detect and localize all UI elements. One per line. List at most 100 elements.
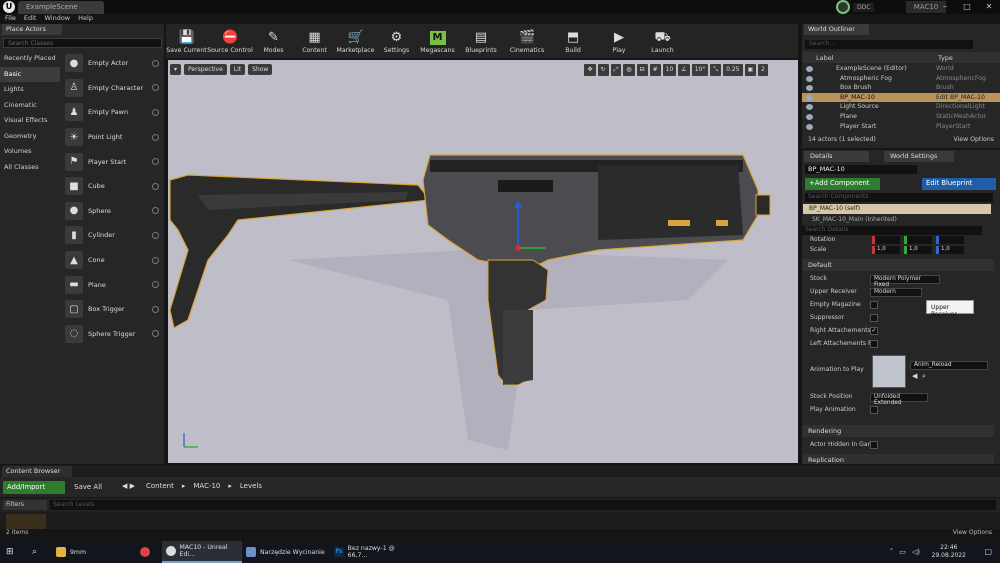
surface-snap-icon[interactable]: ⊟ <box>636 64 648 76</box>
rotate-icon[interactable]: ↻ <box>597 64 609 76</box>
taskbar-app-snipping[interactable]: Narzędzie Wycinanie <box>246 541 328 563</box>
actor-item[interactable]: ▲ Cone <box>62 248 164 273</box>
content-button[interactable]: ▦ Content <box>294 24 335 58</box>
search-details-input[interactable]: Search Details <box>802 226 982 235</box>
left-attachments-checkbox[interactable] <box>870 340 878 348</box>
ddc-indicator[interactable]: DDC <box>836 0 875 14</box>
outliner-row[interactable]: Light Source DirectionalLight <box>802 102 1000 112</box>
save-current-button[interactable]: 💾 Save Current <box>166 24 207 58</box>
perspective-button[interactable]: Perspective <box>184 64 227 75</box>
taskbar-app-unreal[interactable]: MAC10 - Unreal Edi... <box>162 541 242 563</box>
menu-edit[interactable]: Edit <box>24 14 37 24</box>
outliner-row[interactable]: Atmospheric Fog AtmosphericFog <box>802 74 1000 84</box>
cb-view-options[interactable]: View Options <box>953 529 992 536</box>
actor-item[interactable]: ☀ Point Light <box>62 125 164 150</box>
help-icon[interactable] <box>152 108 159 116</box>
category-geometry[interactable]: Geometry <box>0 129 60 145</box>
camera-speed-value[interactable]: 2 <box>758 64 768 76</box>
stock-dropdown[interactable]: Modern Polymer Fixed <box>870 275 940 288</box>
add-component-button[interactable]: +Add Component <box>805 178 880 190</box>
unreal-logo-icon[interactable]: U <box>3 1 15 13</box>
network-icon[interactable]: ▭ <box>899 548 906 556</box>
scale-y[interactable]: 1,0 <box>904 246 932 254</box>
actor-item[interactable]: ■ Cube <box>62 174 164 199</box>
level-tab[interactable]: ExampleScene <box>18 1 104 14</box>
eye-icon[interactable] <box>806 66 813 72</box>
viewport-menu-button[interactable]: ▾ <box>170 64 182 75</box>
eye-icon[interactable] <box>806 114 813 120</box>
search-icon[interactable]: ⌕ <box>922 372 926 381</box>
minimize-icon[interactable]: – <box>934 0 956 14</box>
actor-item[interactable]: ● Empty Actor <box>62 51 164 76</box>
outliner-view-options[interactable]: View Options <box>953 136 994 143</box>
actor-item[interactable]: ⚑ Player Start <box>62 149 164 174</box>
suppressor-checkbox[interactable] <box>870 314 878 322</box>
level-viewport[interactable]: ▾ Perspective Lit Show ✥ ↻ ⤢ ◍ ⊟ # 10 ∠ … <box>168 60 798 463</box>
actor-item[interactable]: ● Sphere <box>62 199 164 224</box>
angle-snap-value[interactable]: 10° <box>691 64 709 76</box>
help-icon[interactable] <box>152 59 159 67</box>
blueprints-button[interactable]: ▤ Blueprints <box>458 24 504 58</box>
upper-receiver-dropdown[interactable]: Modern <box>870 288 922 297</box>
actor-item[interactable]: ♙ Empty Character <box>62 76 164 101</box>
right-attachments-checkbox[interactable]: ✓ <box>870 327 878 335</box>
help-icon[interactable] <box>152 207 159 215</box>
weapon-mesh[interactable] <box>168 60 798 463</box>
actor-hidden-checkbox[interactable] <box>870 441 878 449</box>
component-skeletal-mesh[interactable]: SK_MAC-10_Main (Inherited) <box>812 216 897 223</box>
content-browser-tab[interactable]: Content Browser <box>2 466 72 477</box>
eye-icon[interactable] <box>806 123 813 130</box>
back-forward-icon[interactable]: ◀ ▶ <box>122 482 135 490</box>
section-default[interactable]: Default <box>802 259 994 271</box>
play-button[interactable]: ▶ Play <box>596 24 642 58</box>
eye-icon[interactable] <box>806 94 813 101</box>
maximize-icon[interactable]: □ <box>956 0 978 14</box>
category-visual-effects[interactable]: Visual Effects <box>0 113 60 129</box>
level-asset-thumbnail[interactable] <box>6 514 46 529</box>
actor-item[interactable]: ▮ Cylinder <box>62 223 164 248</box>
place-actors-tab[interactable]: Place Actors <box>2 24 62 35</box>
play-animation-checkbox[interactable] <box>870 406 878 414</box>
actor-item[interactable]: ▢ Box Trigger <box>62 297 164 322</box>
modes-button[interactable]: ✎ Modes <box>253 24 294 58</box>
search-button[interactable]: ⌕ <box>32 541 37 563</box>
lit-button[interactable]: Lit <box>229 64 246 75</box>
megascans-button[interactable]: M Megascans <box>417 24 458 58</box>
scale-x[interactable]: 1,0 <box>872 246 900 254</box>
category-lights[interactable]: Lights <box>0 82 60 98</box>
outliner-row-selected[interactable]: BP_MAC-10 Edit BP_MAC-10 <box>802 92 1000 103</box>
crumb-content[interactable]: Content <box>146 482 174 490</box>
rotation-y[interactable] <box>904 236 932 244</box>
crumb-mac10[interactable]: MAC-10 <box>193 482 220 490</box>
eye-icon[interactable] <box>806 75 813 82</box>
world-icon[interactable]: ◍ <box>623 64 635 76</box>
arrow-left-icon[interactable]: ◀ <box>912 372 917 380</box>
help-icon[interactable] <box>152 231 159 239</box>
close-icon[interactable]: ✕ <box>978 0 1000 14</box>
search-classes-input[interactable]: Search Classes <box>3 38 162 48</box>
clock[interactable]: 22:46 29.08.2022 <box>932 544 966 560</box>
grid-snap-icon[interactable]: # <box>649 64 661 76</box>
grid-size[interactable]: 10 <box>662 64 677 76</box>
scale-icon[interactable]: ⤢ <box>610 64 622 76</box>
chevron-up-icon[interactable]: ˄ <box>890 548 894 556</box>
translate-icon[interactable]: ✥ <box>584 64 596 76</box>
show-button[interactable]: Show <box>248 64 273 75</box>
crumb-levels[interactable]: Levels <box>240 482 262 490</box>
eye-icon[interactable] <box>806 85 813 92</box>
menu-window[interactable]: Window <box>44 14 70 24</box>
actor-name-field[interactable]: BP_MAC-10 <box>805 165 917 174</box>
save-all-button[interactable]: Save All <box>70 481 120 494</box>
col-type-header[interactable]: Type <box>938 54 953 62</box>
empty-magazine-checkbox[interactable] <box>870 301 878 309</box>
angle-snap-icon[interactable]: ∠ <box>678 64 690 76</box>
stock-position-dropdown[interactable]: Unfolded Extended <box>870 393 928 406</box>
scale-snap-icon[interactable]: ⤡ <box>710 64 722 76</box>
help-icon[interactable] <box>152 182 159 190</box>
outliner-search-input[interactable]: Search... <box>805 40 973 49</box>
taskbar-app-9mm[interactable]: 9mm <box>56 541 134 563</box>
launch-button[interactable]: ⛟ Launch <box>642 24 683 58</box>
edit-blueprint-button[interactable]: Edit Blueprint <box>922 178 996 190</box>
add-import-button[interactable]: Add/Import <box>3 481 65 494</box>
actor-item[interactable]: ♟ Empty Pawn <box>62 100 164 125</box>
